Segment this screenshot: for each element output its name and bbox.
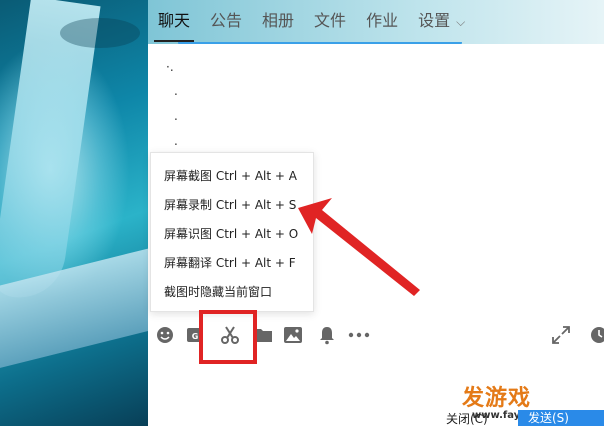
tab-chat[interactable]: 聊天 — [148, 0, 200, 42]
image-icon[interactable] — [282, 324, 304, 346]
watermark-brand: 发游戏 — [462, 386, 532, 411]
scissors-highlight-box — [199, 310, 257, 364]
menu-item-screen-record[interactable]: 屏幕录制 Ctrl + Alt + S — [151, 191, 313, 220]
tab-announcement[interactable]: 公告 — [200, 0, 252, 42]
menu-item-screen-recognize[interactable]: 屏幕识图 Ctrl + Alt + O — [151, 220, 313, 249]
tab-label: 设置 — [418, 11, 451, 30]
tab-label: 文件 — [314, 11, 347, 30]
close-button[interactable]: 关闭(C) — [446, 410, 488, 426]
chat-text: . — [174, 109, 178, 123]
background-artwork — [0, 0, 148, 426]
svg-text:G: G — [192, 332, 199, 341]
tab-label: 聊天 — [158, 11, 191, 30]
tab-homework[interactable]: 作业 — [356, 0, 408, 42]
screenshot-menu: 屏幕截图 Ctrl + Alt + A 屏幕录制 Ctrl + Alt + S … — [150, 152, 314, 312]
expand-icon[interactable] — [550, 324, 572, 346]
chat-text: . — [174, 134, 178, 148]
more-icon[interactable] — [348, 324, 370, 346]
chevron-down-icon: ⌵ — [456, 15, 466, 29]
bell-icon[interactable] — [316, 324, 338, 346]
tab-album[interactable]: 相册 — [252, 0, 304, 42]
tab-files[interactable]: 文件 — [304, 0, 356, 42]
menu-item-hide-window[interactable]: 截图时隐藏当前窗口 — [151, 278, 313, 307]
tab-label: 作业 — [366, 11, 399, 30]
chat-text: ·. — [166, 60, 174, 74]
menu-item-screen-capture[interactable]: 屏幕截图 Ctrl + Alt + A — [151, 162, 313, 191]
menu-item-screen-translate[interactable]: 屏幕翻译 Ctrl + Alt + F — [151, 249, 313, 278]
tab-settings[interactable]: 设置 ⌵ — [408, 0, 475, 42]
tab-label: 相册 — [262, 11, 295, 30]
artwork-fish — [60, 18, 140, 48]
tab-label: 公告 — [210, 11, 243, 30]
chat-text: . — [174, 84, 178, 98]
annotation-arrow — [298, 198, 420, 296]
tab-bar: 聊天 公告 相册 文件 作业 设置 ⌵ — [148, 0, 475, 42]
clock-icon[interactable] — [588, 324, 604, 346]
send-button[interactable]: 发送(S) — [518, 410, 604, 426]
emoji-icon[interactable] — [154, 324, 176, 346]
